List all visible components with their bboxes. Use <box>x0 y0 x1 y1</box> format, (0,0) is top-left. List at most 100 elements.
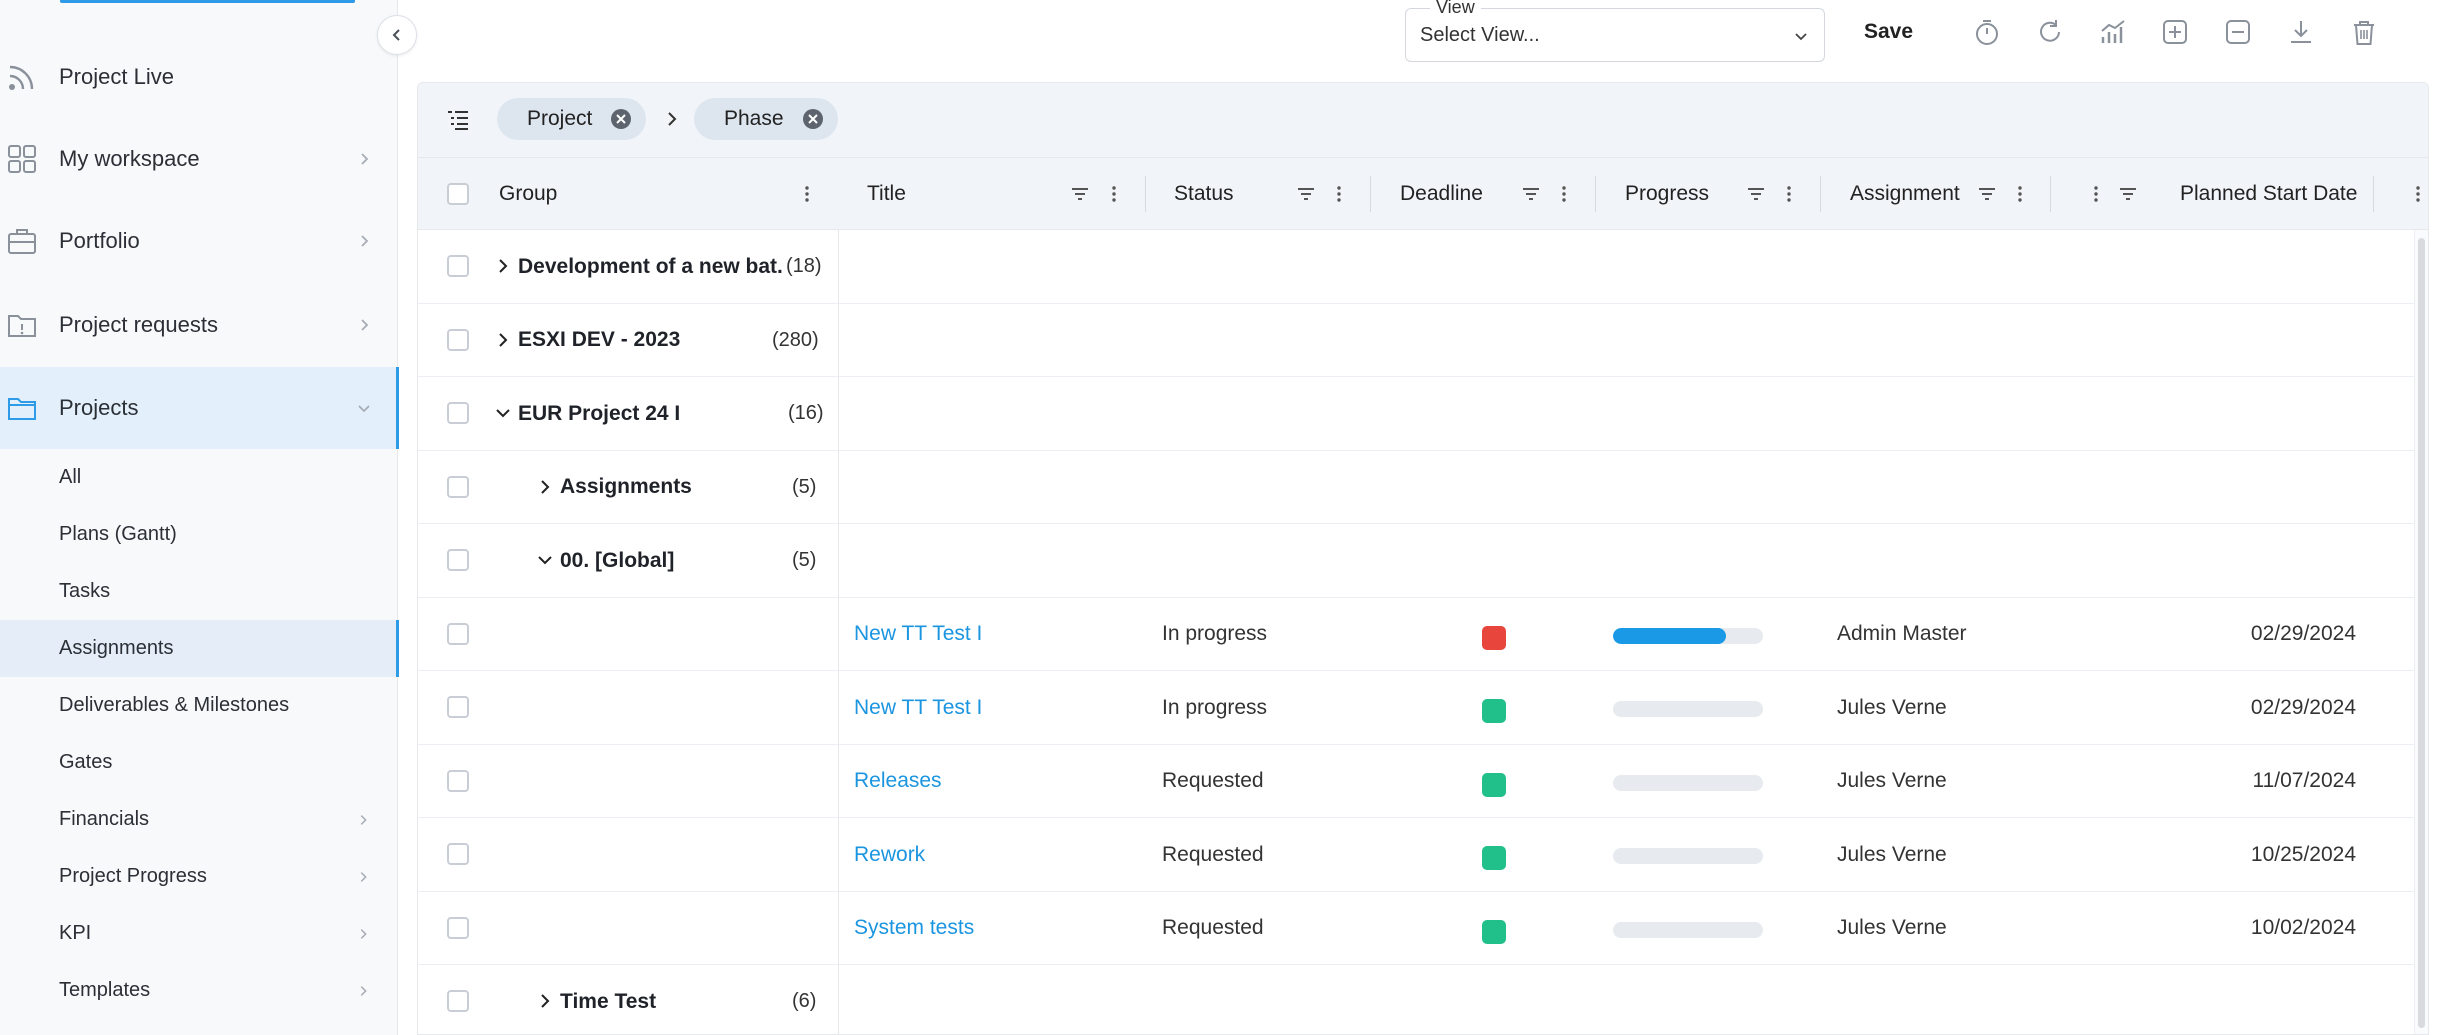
sidebar-subitem-label: Financials <box>59 808 150 830</box>
filter-icon[interactable] <box>2118 184 2138 204</box>
assignment-title-link[interactable]: Rework <box>854 818 925 891</box>
table-row[interactable]: System tests Requested Jules Verne 10/02… <box>418 892 2428 965</box>
column-menu-icon[interactable] <box>2408 184 2428 204</box>
sidebar-subitem-assignments[interactable]: Assignments <box>0 620 399 677</box>
column-divider[interactable] <box>1370 176 1371 212</box>
chevron-right-icon[interactable] <box>537 479 553 495</box>
group-row[interactable]: 00. [Global] (5) <box>418 524 2428 598</box>
column-divider[interactable] <box>1595 176 1596 212</box>
group-row[interactable]: Time Test (6) <box>418 965 2428 1034</box>
scrollbar-thumb[interactable] <box>2418 238 2425 1028</box>
table-row[interactable]: Releases Requested Jules Verne 11/07/202… <box>418 745 2428 818</box>
assignment-title-link[interactable]: System tests <box>854 892 974 965</box>
sidebar-item-my-workspace[interactable]: My workspace <box>0 118 398 200</box>
table-row[interactable]: New TT Test I In progress Admin Master 0… <box>418 598 2428 671</box>
row-checkbox[interactable] <box>447 549 469 571</box>
column-menu-icon[interactable] <box>1104 184 1124 204</box>
assignment-title-link[interactable]: Releases <box>854 745 942 818</box>
group-chip-phase[interactable]: Phase <box>694 98 838 140</box>
column-menu-icon[interactable] <box>1554 184 1574 204</box>
chevron-down-icon[interactable] <box>495 405 511 421</box>
column-menu-icon[interactable] <box>1329 184 1349 204</box>
sidebar-subitem-deliverables[interactable]: Deliverables & Milestones <box>0 677 398 734</box>
remove-chip-icon[interactable] <box>802 108 824 130</box>
select-all-checkbox[interactable] <box>447 183 469 205</box>
remove-chip-icon[interactable] <box>610 108 632 130</box>
save-button[interactable]: Save <box>1864 20 1913 44</box>
sidebar-subitem-plans-gantt[interactable]: Plans (Gantt) <box>0 506 398 563</box>
chevron-right-icon[interactable] <box>495 258 511 274</box>
expand-all-icon[interactable] <box>2160 17 2190 47</box>
row-checkbox[interactable] <box>447 255 469 277</box>
chevron-down-icon[interactable] <box>537 552 553 568</box>
chart-icon[interactable] <box>2098 17 2128 47</box>
column-menu-icon[interactable] <box>797 184 817 204</box>
table-row[interactable]: New TT Test I In progress Jules Verne 02… <box>418 671 2428 745</box>
row-checkbox[interactable] <box>447 622 469 645</box>
column-header-planned-start-date[interactable]: Planned Start Date <box>2180 158 2357 230</box>
sidebar-subitem-tasks[interactable]: Tasks <box>0 563 398 620</box>
row-checkbox[interactable] <box>447 402 469 424</box>
row-checkbox[interactable] <box>447 696 469 718</box>
sidebar-item-project-live[interactable]: Project Live <box>0 36 398 118</box>
collapse-all-icon[interactable] <box>2223 17 2253 47</box>
row-checkbox[interactable] <box>447 769 469 792</box>
column-header-group[interactable]: Group <box>499 158 557 230</box>
sidebar-subitem-project-progress[interactable]: Project Progress <box>0 848 398 905</box>
column-menu-icon[interactable] <box>1779 184 1799 204</box>
sidebar-collapse-button[interactable] <box>377 15 417 55</box>
group-count: (16) <box>788 402 824 424</box>
row-checkbox[interactable] <box>447 843 469 865</box>
row-checkbox[interactable] <box>447 990 469 1012</box>
filter-icon[interactable] <box>1521 184 1541 204</box>
assignment-title-link[interactable]: New TT Test I <box>854 598 982 671</box>
chevron-right-icon[interactable] <box>537 993 553 1009</box>
column-header-assignment[interactable]: Assignment <box>1850 158 1960 230</box>
delete-icon[interactable] <box>2349 17 2379 47</box>
sidebar-item-project-requests[interactable]: Project requests <box>0 284 398 366</box>
filter-icon[interactable] <box>1746 184 1766 204</box>
group-chip-project[interactable]: Project <box>497 98 647 140</box>
row-checkbox[interactable] <box>447 328 469 351</box>
column-divider[interactable] <box>1820 176 1821 212</box>
column-menu-icon[interactable] <box>2010 184 2030 204</box>
column-divider[interactable] <box>2373 176 2374 212</box>
timer-icon[interactable] <box>1972 17 2002 47</box>
sidebar-item-projects[interactable]: Projects <box>0 367 399 449</box>
sidebar-subitem-kpi[interactable]: KPI <box>0 905 398 962</box>
assignment-title-link[interactable]: New TT Test I <box>854 671 982 744</box>
chevron-right-icon[interactable] <box>495 332 511 348</box>
refresh-icon[interactable] <box>2035 17 2065 47</box>
sidebar-subitem-templates[interactable]: Templates <box>0 962 398 1019</box>
sidebar-subitem-label: Templates <box>59 979 151 1001</box>
column-divider[interactable] <box>1145 176 1146 212</box>
grouping-bar: Project Phase <box>418 83 2428 158</box>
group-count: (280) <box>772 328 819 351</box>
sidebar-subitem-gates[interactable]: Gates <box>0 734 398 791</box>
filter-icon[interactable] <box>1977 184 1997 204</box>
view-select[interactable]: View Select View... <box>1405 0 1825 62</box>
sidebar: Project Live My workspace Portfolio Proj… <box>0 0 399 1035</box>
row-checkbox[interactable] <box>447 475 469 498</box>
filter-icon[interactable] <box>1296 184 1316 204</box>
sidebar-item-label: Project requests <box>59 312 218 337</box>
column-header-progress[interactable]: Progress <box>1625 158 1709 230</box>
group-row[interactable]: Assignments (5) <box>418 451 2428 524</box>
vertical-scrollbar[interactable] <box>2414 230 2428 1034</box>
filter-icon[interactable] <box>1070 184 1090 204</box>
group-row[interactable]: ESXI DEV - 2023 (280) <box>418 304 2428 377</box>
sidebar-subitem-all[interactable]: All <box>0 449 398 506</box>
column-header-deadline[interactable]: Deadline <box>1400 158 1483 230</box>
group-row[interactable]: Development of a new bat... (18) <box>418 230 2428 304</box>
row-checkbox[interactable] <box>447 916 469 939</box>
group-list-icon[interactable] <box>446 109 470 131</box>
column-divider[interactable] <box>2050 176 2051 212</box>
column-header-title[interactable]: Title <box>867 158 906 230</box>
column-header-status[interactable]: Status <box>1174 158 1234 230</box>
download-icon[interactable] <box>2286 17 2316 47</box>
sidebar-item-portfolio[interactable]: Portfolio <box>0 200 398 282</box>
group-row[interactable]: EUR Project 24 I (16) <box>418 377 2428 451</box>
table-row[interactable]: Rework Requested Jules Verne 10/25/2024 <box>418 818 2428 892</box>
column-menu-icon[interactable] <box>2086 184 2106 204</box>
sidebar-subitem-financials[interactable]: Financials <box>0 791 398 848</box>
